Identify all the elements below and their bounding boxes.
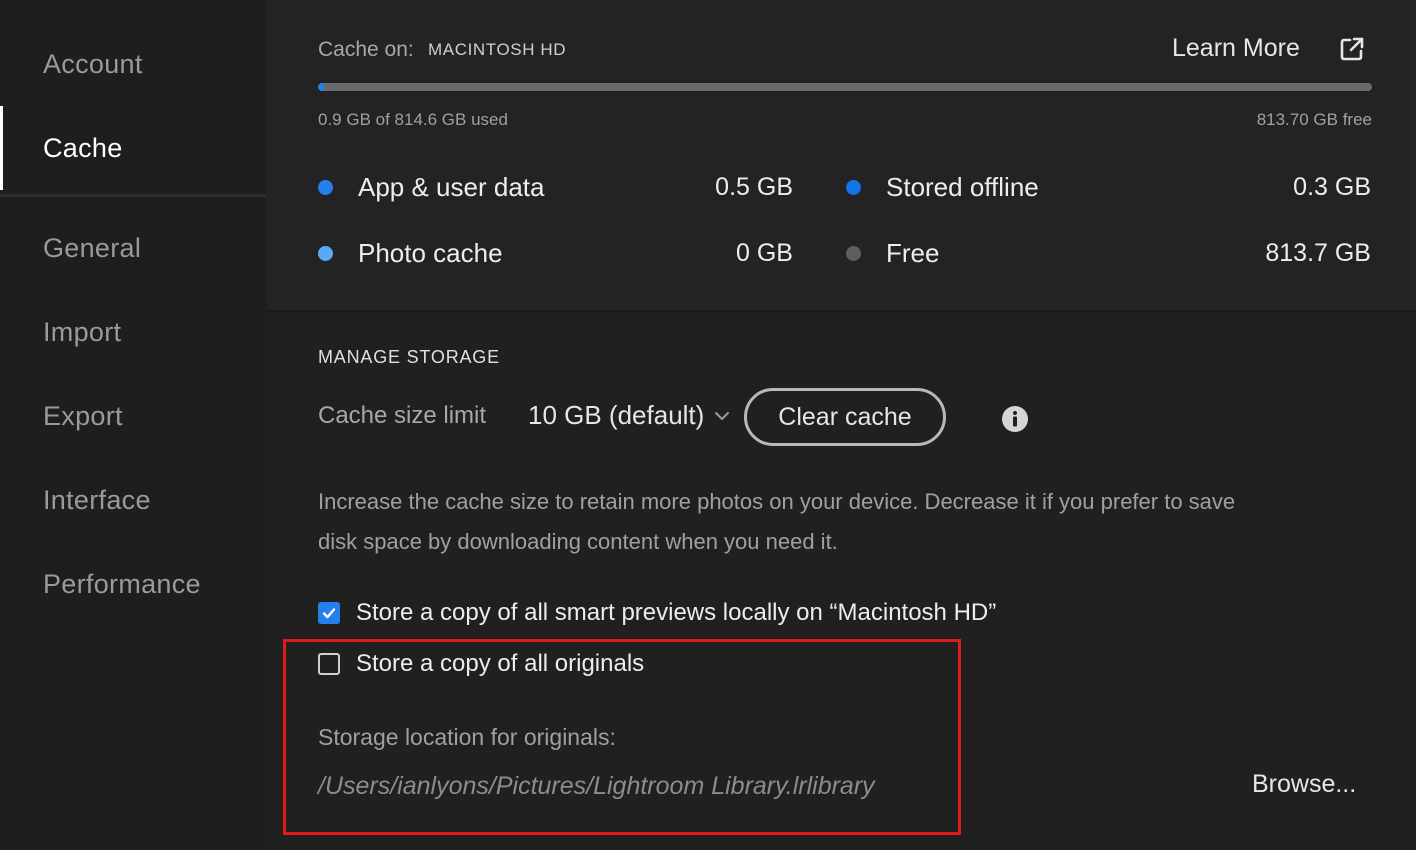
storage-usage-bar — [318, 83, 1372, 91]
cache-size-limit-label: Cache size limit — [318, 402, 487, 429]
legend-value: 0 GB — [736, 238, 793, 267]
legend-label: Free — [886, 237, 940, 268]
legend-dot — [846, 179, 861, 195]
legend-label: Photo cache — [358, 237, 503, 268]
cache-size-limit-dropdown[interactable]: 10 GB (default) — [528, 400, 730, 431]
sidebar-item-label: Cache — [43, 132, 123, 163]
cache-size-limit-value: 10 GB (default) — [528, 400, 705, 430]
legend-label: App & user data — [358, 171, 545, 202]
chevron-down-icon — [715, 411, 730, 420]
used-storage-text: 0.9 GB of 814.6 GB used — [318, 110, 508, 129]
legend-item-stored-offline: Stored offline 0.3 GB — [846, 167, 1371, 207]
active-indicator — [0, 106, 3, 190]
legend-value: 0.3 GB — [1293, 172, 1371, 201]
sidebar-item-import[interactable]: Import — [0, 290, 266, 374]
smart-previews-label: Store a copy of all smart previews local… — [356, 599, 997, 626]
info-icon[interactable] — [1001, 405, 1029, 433]
smart-previews-checkbox-row[interactable]: Store a copy of all smart previews local… — [318, 599, 996, 627]
storage-location-path: /Users/ianlyons/Pictures/Lightroom Libra… — [318, 772, 875, 800]
storage-overview: Cache on: MACINTOSH HD Learn More 0.9 GB… — [266, 0, 1416, 310]
sidebar-item-label: General — [43, 232, 142, 263]
sidebar-item-label: Interface — [43, 484, 151, 515]
legend-item-free: Free 813.7 GB — [846, 233, 1371, 273]
sidebar-item-export[interactable]: Export — [0, 374, 266, 458]
sidebar-item-account[interactable]: Account — [0, 22, 266, 106]
section-divider — [266, 310, 1416, 312]
main-panel: Cache on: MACINTOSH HD Learn More 0.9 GB… — [266, 0, 1416, 850]
free-storage-text: 813.70 GB free — [1256, 110, 1372, 129]
legend-item-app-data: App & user data 0.5 GB — [318, 167, 793, 207]
cache-on-label: Cache on: — [318, 38, 414, 61]
sidebar-divider — [0, 194, 266, 197]
browse-button[interactable]: Browse... — [1252, 770, 1356, 799]
clear-cache-button[interactable]: Clear cache — [744, 388, 946, 446]
checkmark-icon — [322, 608, 336, 619]
legend-item-photo-cache: Photo cache 0 GB — [318, 233, 793, 273]
sidebar-item-general[interactable]: General — [0, 206, 266, 290]
storage-location-label: Storage location for originals: — [318, 724, 616, 750]
storage-usage-fill — [318, 83, 325, 91]
cache-on-drive: MACINTOSH HD — [428, 40, 567, 59]
legend-dot — [318, 179, 333, 195]
sidebar-item-label: Export — [43, 400, 123, 431]
sidebar-item-label: Import — [43, 316, 122, 347]
legend-value: 813.7 GB — [1265, 238, 1371, 267]
originals-label: Store a copy of all originals — [356, 650, 645, 677]
sidebar: Account Cache General Import Export Inte… — [0, 0, 266, 850]
cache-description: Increase the cache size to retain more p… — [318, 489, 1236, 554]
sidebar-item-cache[interactable]: Cache — [0, 106, 266, 190]
legend-dot — [846, 245, 861, 261]
external-link-icon[interactable] — [1339, 36, 1365, 62]
legend-value: 0.5 GB — [715, 172, 793, 201]
originals-checkbox[interactable] — [318, 653, 340, 675]
sidebar-item-interface[interactable]: Interface — [0, 458, 266, 542]
originals-checkbox-row[interactable]: Store a copy of all originals — [318, 650, 644, 678]
sidebar-item-performance[interactable]: Performance — [0, 542, 266, 626]
smart-previews-checkbox[interactable] — [318, 602, 340, 624]
legend-dot — [318, 245, 333, 261]
legend-label: Stored offline — [886, 171, 1039, 202]
sidebar-item-label: Performance — [43, 568, 201, 599]
learn-more-link[interactable]: Learn More — [1172, 34, 1300, 63]
sidebar-item-label: Account — [43, 48, 143, 79]
manage-storage-heading: MANAGE STORAGE — [318, 347, 500, 367]
